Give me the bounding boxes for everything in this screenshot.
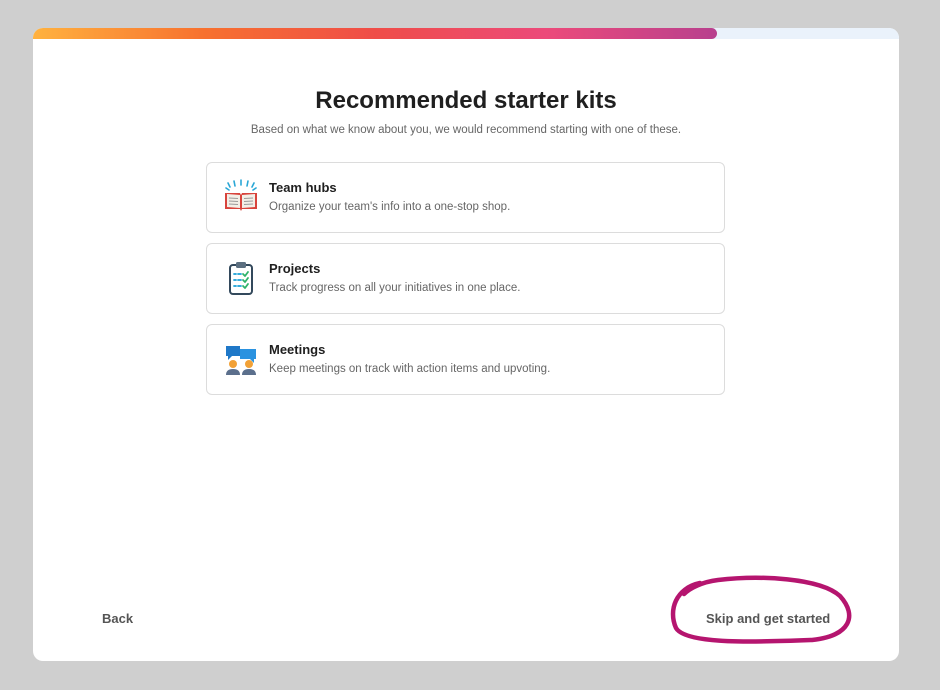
kit-description: Keep meetings on track with action items… bbox=[269, 363, 551, 375]
starter-kit-list: Team hubs Organize your team's info into… bbox=[206, 162, 725, 405]
progress-bar-fill bbox=[33, 28, 718, 39]
starter-kits-dialog: Recommended starter kits Based on what w… bbox=[33, 28, 899, 661]
kit-card-projects[interactable]: Projects Track progress on all your init… bbox=[206, 243, 725, 314]
kit-name: Projects bbox=[269, 261, 321, 276]
skip-button[interactable]: Skip and get started bbox=[706, 611, 830, 626]
kit-name: Team hubs bbox=[269, 180, 337, 195]
kit-card-team-hubs[interactable]: Team hubs Organize your team's info into… bbox=[206, 162, 725, 233]
open-book-icon bbox=[225, 179, 257, 211]
meeting-people-icon bbox=[226, 346, 256, 375]
kit-name: Meetings bbox=[269, 342, 326, 357]
kit-description: Organize your team's info into a one-sto… bbox=[269, 201, 511, 213]
kit-description: Track progress on all your initiatives i… bbox=[269, 282, 521, 294]
page-subtitle: Based on what we know about you, we woul… bbox=[250, 124, 682, 136]
clipboard-checklist-icon bbox=[229, 262, 253, 295]
back-button[interactable]: Back bbox=[102, 611, 133, 626]
page-title: Recommended starter kits bbox=[315, 87, 617, 114]
kit-card-meetings[interactable]: Meetings Keep meetings on track with act… bbox=[206, 324, 725, 395]
progress-bar bbox=[33, 28, 899, 39]
